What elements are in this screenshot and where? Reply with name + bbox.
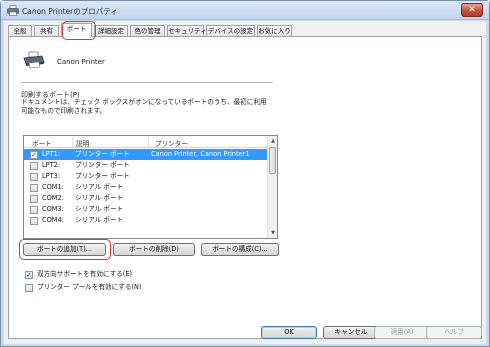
port-row[interactable]: LPT3: プリンター ポート bbox=[24, 171, 268, 182]
scroll-thumb[interactable] bbox=[269, 147, 276, 174]
close-button[interactable]: ✕ bbox=[461, 3, 483, 17]
port-row[interactable]: ✓ LPT1: プリンター ポート Canon Printer, Canon Prin… bbox=[24, 149, 268, 160]
tab-sharing[interactable]: 共有 bbox=[34, 25, 59, 36]
port-name: COM1: bbox=[42, 183, 64, 191]
scroll-up-arrow-icon[interactable]: ▲ bbox=[268, 136, 277, 146]
column-header-description[interactable]: 説明 bbox=[76, 138, 89, 148]
port-name: LPT1: bbox=[42, 150, 61, 158]
printer-pooling-label[interactable]: プリンター プールを有効にする(N) bbox=[37, 283, 142, 292]
port-description: プリンター ポート bbox=[75, 161, 130, 169]
port-checkbox[interactable] bbox=[30, 162, 38, 170]
title-bar[interactable]: Canon Printerのプロパティ ✕ bbox=[1, 1, 489, 20]
add-port-button[interactable]: ポートの追加(T)... bbox=[23, 243, 106, 256]
port-checkbox[interactable] bbox=[30, 206, 38, 214]
printer-large-icon bbox=[23, 51, 45, 69]
configure-port-button[interactable]: ポートの構成(C)... bbox=[201, 243, 279, 256]
help-button[interactable]: ヘルプ bbox=[426, 326, 482, 339]
port-description: プリンター ポート bbox=[75, 172, 130, 180]
port-row[interactable]: LPT2: プリンター ポート bbox=[24, 160, 268, 171]
cancel-button[interactable]: キャンセル bbox=[323, 326, 379, 339]
tab-general[interactable]: 全般 bbox=[8, 25, 32, 36]
port-checkbox[interactable]: ✓ bbox=[30, 151, 38, 159]
column-header-port[interactable]: ポート bbox=[32, 138, 52, 148]
vertical-scrollbar[interactable]: ▲ ▼ bbox=[267, 136, 277, 238]
ports-description: ドキュメントは、チェック ボックスがオンになっているポートのうち、最初に利用可能… bbox=[21, 98, 267, 115]
column-separator[interactable] bbox=[148, 137, 149, 147]
ok-button[interactable]: OK bbox=[261, 326, 317, 339]
printer-name: Canon Printer bbox=[57, 58, 105, 66]
port-checkbox[interactable] bbox=[30, 184, 38, 192]
ports-list[interactable]: ポート 説明 プリンター ✓ LPT1: プリンター ポート Canon Printe… bbox=[23, 135, 278, 239]
header-divider bbox=[21, 82, 273, 83]
apply-button[interactable]: 適用(A) bbox=[374, 326, 430, 339]
tab-advanced[interactable]: 詳細設定 bbox=[94, 25, 128, 36]
tab-security[interactable]: セキュリティ bbox=[167, 25, 207, 36]
port-name: COM3: bbox=[42, 205, 64, 213]
printer-pooling-checkbox[interactable] bbox=[25, 284, 33, 292]
bidirectional-checkbox[interactable]: ✓ bbox=[25, 271, 33, 279]
printer-properties-window: Canon Printerのプロパティ ✕ 全般 共有 ポート 詳細設定 色の管… bbox=[0, 0, 490, 347]
port-printer: Canon Printer, Canon Printer1 bbox=[151, 149, 252, 160]
port-description: シリアル ポート bbox=[75, 194, 124, 202]
tab-device-settings[interactable]: デバイスの設定 bbox=[206, 25, 255, 36]
column-separator[interactable] bbox=[72, 137, 73, 147]
ports-tab-highlight bbox=[62, 21, 96, 40]
port-description: シリアル ポート bbox=[75, 183, 124, 191]
port-row[interactable]: COM4: シリアル ポート bbox=[24, 215, 268, 226]
port-checkbox[interactable] bbox=[30, 173, 38, 181]
delete-port-button[interactable]: ポートの削除(D) bbox=[113, 243, 195, 256]
window-title: Canon Printerのプロパティ bbox=[22, 7, 118, 16]
port-checkbox[interactable] bbox=[30, 217, 38, 225]
port-description: シリアル ポート bbox=[75, 216, 124, 224]
scroll-down-arrow-icon[interactable]: ▼ bbox=[268, 228, 277, 238]
tab-color-management[interactable]: 色の管理 bbox=[130, 25, 165, 36]
port-name: COM4: bbox=[42, 216, 64, 224]
ports-list-header: ポート 説明 プリンター bbox=[24, 136, 268, 148]
port-row[interactable]: COM3: シリアル ポート bbox=[24, 204, 268, 215]
dialog-client-area: 全般 共有 ポート 詳細設定 色の管理 セキュリティ デバイスの設定 お気に入り… bbox=[4, 21, 486, 344]
port-description: プリンター ポート bbox=[75, 150, 130, 158]
bidirectional-label[interactable]: 双方向サポートを有効にする(E) bbox=[37, 270, 132, 279]
port-name: LPT3: bbox=[42, 172, 61, 180]
port-row[interactable]: COM2: シリアル ポート bbox=[24, 193, 268, 204]
ports-list-rows: ✓ LPT1: プリンター ポート Canon Printer, Canon Prin… bbox=[24, 149, 268, 226]
printer-icon bbox=[7, 5, 19, 16]
port-name: LPT2: bbox=[42, 161, 61, 169]
port-description: シリアル ポート bbox=[75, 205, 124, 213]
column-header-printer[interactable]: プリンター bbox=[155, 138, 188, 148]
port-row[interactable]: COM1: シリアル ポート bbox=[24, 182, 268, 193]
tab-favorites[interactable]: お気に入り bbox=[257, 25, 292, 36]
port-name: COM2: bbox=[42, 194, 64, 202]
ports-panel: Canon Printer 印刷するポート(P) ドキュメントは、チェック ボッ… bbox=[8, 36, 482, 339]
port-checkbox[interactable] bbox=[30, 195, 38, 203]
